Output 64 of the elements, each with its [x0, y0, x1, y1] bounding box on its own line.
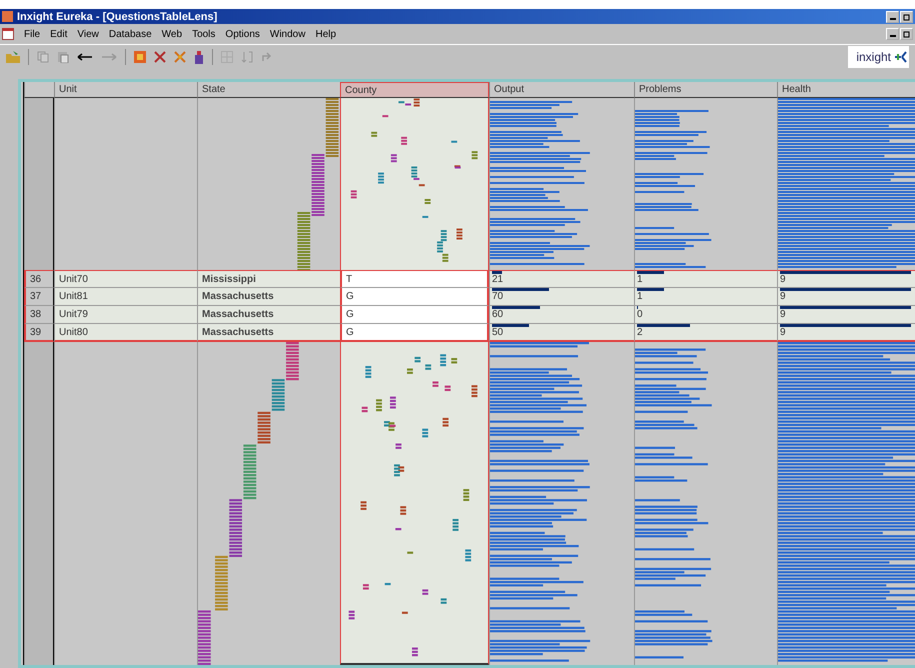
minimize-button[interactable] [886, 10, 899, 22]
table-cell-text: 21 [492, 274, 504, 285]
menu-item[interactable]: View [77, 28, 99, 40]
row-number: 39 [24, 324, 54, 342]
menu-item[interactable]: File [24, 28, 40, 40]
table-cell: Unit80 [54, 324, 197, 342]
table-cell: Massachusetts [197, 324, 340, 342]
menu-item[interactable]: Options [225, 28, 260, 40]
table-cell: T [340, 270, 489, 288]
sort-icon[interactable] [241, 51, 253, 63]
copy-icon[interactable] [37, 51, 49, 63]
row-number: 38 [24, 306, 54, 324]
table-cell-text: 9 [780, 327, 787, 338]
restore-button[interactable] [900, 10, 913, 22]
table-cell-text: 1 [637, 274, 644, 285]
menu-item[interactable]: Database [108, 28, 152, 40]
menu-item[interactable]: Window [270, 28, 306, 40]
menu-item[interactable]: Tools [192, 28, 216, 40]
paste-icon[interactable] [57, 51, 69, 63]
row-number: 36 [24, 270, 54, 288]
menu-item[interactable]: Web [162, 28, 182, 40]
column-header[interactable]: Problems [634, 82, 777, 98]
logo: inxight [848, 46, 909, 68]
table-cell: G [340, 324, 489, 342]
table-cell: Massachusetts [197, 288, 340, 306]
menu-item[interactable]: Edit [50, 28, 68, 40]
table-cell-text: 9 [780, 309, 787, 320]
column-header[interactable]: Unit [54, 82, 197, 98]
minimize-button[interactable] [886, 28, 899, 40]
table-cell: G [340, 306, 489, 324]
column-header[interactable]: County [340, 82, 489, 98]
table-cell-text: 70 [492, 291, 504, 302]
table-cell: Unit70 [54, 270, 197, 288]
table-cell: Massachusetts [197, 306, 340, 324]
row-number: 37 [24, 288, 54, 306]
column-header[interactable]: Health [777, 82, 915, 98]
folder-icon[interactable] [6, 51, 20, 63]
menu-item[interactable]: Help [315, 28, 336, 40]
table-cell: Mississippi [197, 270, 340, 288]
table-cell-text: 9 [780, 291, 787, 302]
arrow-left-icon[interactable] [77, 52, 93, 62]
column-header[interactable]: State [197, 82, 340, 98]
table-cell-text: 50 [492, 327, 504, 338]
document-icon [2, 28, 14, 40]
restore-button[interactable] [900, 28, 913, 40]
redo-icon[interactable] [261, 51, 273, 63]
arrow-right-icon[interactable] [101, 52, 117, 62]
app-icon [2, 11, 13, 22]
column-header[interactable]: Output [489, 82, 634, 98]
table-cell-text: 9 [780, 274, 787, 285]
table-cell-text: 1 [637, 291, 644, 302]
header-cell [24, 82, 54, 98]
window-title: Inxight Eureka - [QuestionsTableLens] [17, 10, 218, 22]
table-cell-text: 0 [637, 309, 644, 320]
restore-icon [902, 12, 910, 20]
table-cell-text: 2 [637, 327, 644, 338]
restore-icon [902, 30, 910, 38]
bottle-icon[interactable] [194, 50, 204, 64]
minimize-icon [890, 35, 896, 37]
table-cell: Unit79 [54, 306, 197, 324]
table-cell-text: 60 [492, 309, 504, 320]
minimize-icon [890, 18, 896, 20]
table-cell: Unit81 [54, 288, 197, 306]
table-cell: G [340, 288, 489, 306]
